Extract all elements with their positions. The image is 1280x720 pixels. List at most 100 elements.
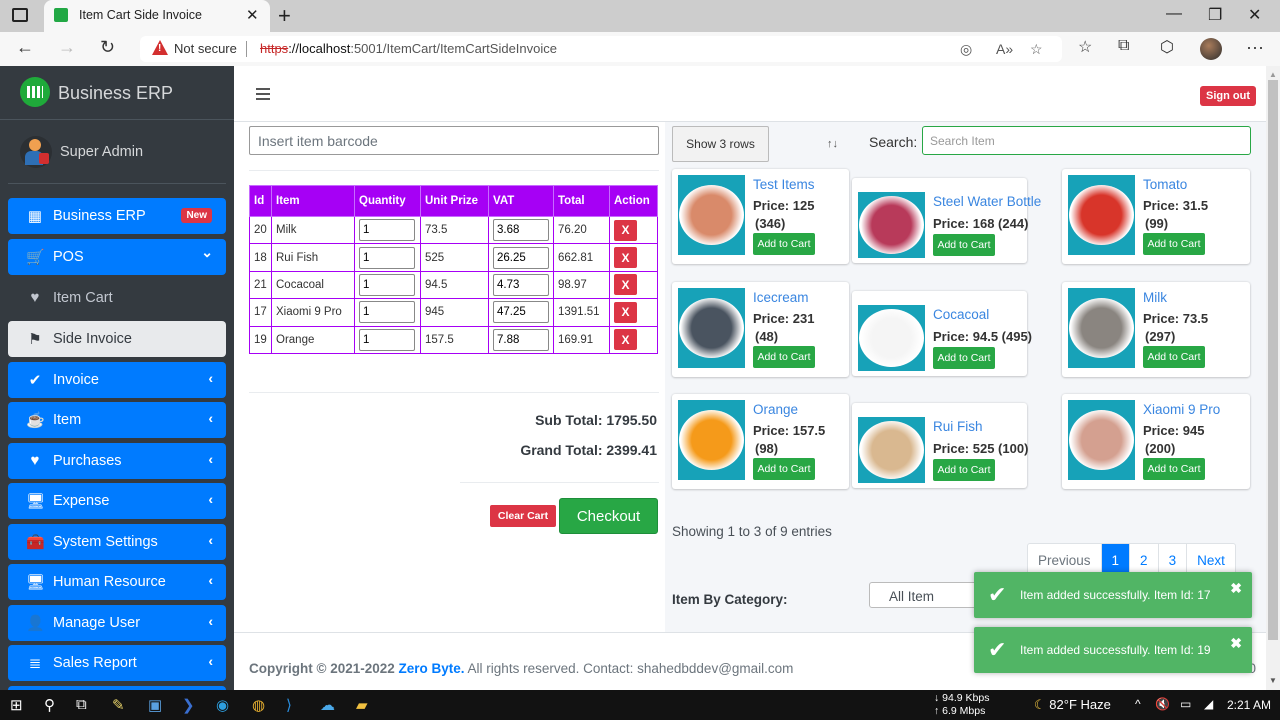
sort-icon[interactable]: ↑↓	[827, 138, 838, 150]
sidebar-item-item[interactable]: ☕ Item ‹	[8, 402, 226, 438]
product-name[interactable]: Steel Water Bottle	[933, 194, 1041, 209]
product-name[interactable]: Test Items	[753, 177, 815, 192]
remove-item-button[interactable]: X	[614, 247, 637, 269]
sidebar-item-sales-report[interactable]: ≣ Sales Report ‹	[8, 645, 226, 681]
sidebar-item-expense[interactable]: 🖥 Expense ‹	[8, 483, 226, 519]
scroll-thumb[interactable]	[1268, 80, 1278, 640]
weather-widget[interactable]: ☾ 82°F Haze	[1034, 697, 1111, 713]
location-icon[interactable]: ◎	[960, 41, 972, 58]
sign-out-button[interactable]: Sign out	[1200, 86, 1256, 106]
add-to-cart-button[interactable]: Add to Cart	[753, 346, 815, 368]
quantity-input[interactable]	[359, 328, 415, 351]
remove-item-button[interactable]: X	[614, 301, 637, 323]
add-to-cart-button[interactable]: Add to Cart	[1143, 458, 1205, 480]
wifi-icon[interactable]: ◢	[1204, 697, 1213, 711]
quantity-input[interactable]	[359, 219, 415, 242]
vscode-icon[interactable]: ⟩	[286, 696, 292, 714]
sidebar-item-human-resource[interactable]: 🖥 Human Resource ‹	[8, 564, 226, 600]
user-panel[interactable]: Super Admin	[8, 120, 226, 184]
product-name[interactable]: Xiaomi 9 Pro	[1143, 402, 1220, 417]
security-label[interactable]: Not secure	[174, 41, 237, 56]
scroll-up-icon[interactable]: ▲	[1269, 70, 1277, 79]
clear-cart-button[interactable]: Clear Cart	[490, 505, 556, 527]
battery-icon[interactable]: ▭	[1180, 697, 1191, 711]
scroll-down-icon[interactable]: ▼	[1269, 676, 1277, 685]
browser-tab[interactable]: Item Cart Side Invoice ✕	[44, 0, 270, 32]
brand-link[interactable]: Business ERP	[0, 66, 234, 120]
hamburger-menu-icon[interactable]	[256, 88, 270, 100]
add-favorite-icon[interactable]: ☆	[1030, 41, 1043, 58]
vat-input[interactable]	[493, 273, 549, 296]
new-tab-button[interactable]: +	[278, 3, 291, 29]
windows-start-icon[interactable]: ⊞	[10, 696, 23, 714]
vat-input[interactable]	[493, 219, 549, 242]
sidebar-item-side-invoice[interactable]: ⚑ Side Invoice	[8, 321, 226, 357]
powershell-icon[interactable]: ❯	[182, 696, 195, 714]
remove-item-button[interactable]: X	[614, 274, 637, 296]
window-close-button[interactable]: ✕	[1248, 5, 1261, 25]
edge-icon[interactable]: ◉	[216, 696, 229, 714]
sidebar-item-manage-user[interactable]: 👤 Manage User ‹	[8, 605, 226, 641]
vat-input[interactable]	[493, 328, 549, 351]
checkout-button[interactable]: Checkout	[559, 498, 658, 534]
extensions-icon[interactable]: ⬡	[1160, 37, 1174, 57]
sidebar-item-invoice[interactable]: ✔ Invoice ‹	[8, 362, 226, 398]
minimize-button[interactable]: —	[1166, 5, 1182, 23]
product-name[interactable]: Cocacoal	[933, 307, 989, 322]
search-input[interactable]	[922, 126, 1251, 155]
collections-icon[interactable]: ⧉	[1118, 37, 1129, 55]
file-explorer-icon[interactable]: ▰	[356, 696, 368, 714]
add-to-cart-button[interactable]: Add to Cart	[933, 347, 995, 369]
vat-input[interactable]	[493, 301, 549, 324]
toast-close-icon[interactable]: ✖	[1230, 580, 1242, 597]
product-price: Price: 525 (100)	[933, 441, 1029, 456]
task-view-icon[interactable]: ⧉	[76, 696, 87, 713]
quantity-input[interactable]	[359, 301, 415, 324]
search-icon[interactable]: ⚲	[44, 696, 55, 714]
barcode-input[interactable]	[249, 126, 659, 155]
add-to-cart-button[interactable]: Add to Cart	[1143, 233, 1205, 255]
remove-item-button[interactable]: X	[614, 329, 637, 351]
toast-close-icon[interactable]: ✖	[1230, 635, 1242, 652]
reload-button[interactable]: ↻	[100, 37, 115, 58]
quantity-input[interactable]	[359, 273, 415, 296]
url-field[interactable]: ! Not secure https://localhost:5001/Item…	[140, 36, 1062, 62]
tray-chevron-icon[interactable]: ^	[1135, 697, 1141, 711]
product-name[interactable]: Icecream	[753, 290, 809, 305]
back-button[interactable]: ←	[16, 37, 34, 58]
remove-item-button[interactable]: X	[614, 219, 637, 241]
vat-input[interactable]	[493, 246, 549, 269]
product-name[interactable]: Orange	[753, 402, 798, 417]
app-icon[interactable]: ☁	[320, 696, 335, 714]
add-to-cart-button[interactable]: Add to Cart	[933, 234, 995, 256]
page-scrollbar[interactable]: ▲ ▼	[1266, 66, 1280, 690]
favorites-icon[interactable]: ☆	[1078, 37, 1092, 57]
notepad-icon[interactable]: ✎	[112, 696, 125, 714]
product-name[interactable]: Tomato	[1143, 177, 1187, 192]
sidebar-item-pos[interactable]: 🛒 POS ⌄	[8, 239, 226, 275]
forward-button[interactable]: →	[58, 37, 76, 58]
sidebar-item-system-settings[interactable]: 🧰 System Settings ‹	[8, 524, 226, 560]
profile-avatar[interactable]	[1200, 38, 1222, 60]
tab-actions-icon[interactable]	[12, 8, 28, 22]
product-name[interactable]: Milk	[1143, 290, 1167, 305]
quantity-input[interactable]	[359, 246, 415, 269]
sidebar-item-purchases[interactable]: ♥ Purchases ‹	[8, 443, 226, 479]
volume-muted-icon[interactable]: 🔇	[1155, 697, 1170, 711]
chrome-icon[interactable]: ◍	[252, 696, 265, 714]
more-menu-icon[interactable]: ···	[1246, 37, 1264, 58]
restore-button[interactable]: ❐	[1208, 5, 1222, 25]
tab-close-icon[interactable]: ✕	[246, 6, 259, 24]
add-to-cart-button[interactable]: Add to Cart	[1143, 346, 1205, 368]
footer-brand-link[interactable]: Zero Byte.	[399, 661, 465, 676]
add-to-cart-button[interactable]: Add to Cart	[933, 459, 995, 481]
product-name[interactable]: Rui Fish	[933, 419, 983, 434]
sidebar-item-item-cart[interactable]: ♥ Item Cart	[8, 280, 226, 316]
control-panel-icon[interactable]: ▣	[148, 696, 162, 714]
read-aloud-icon[interactable]: A»	[996, 41, 1013, 57]
show-rows-button[interactable]: Show 3 rows	[672, 126, 769, 162]
add-to-cart-button[interactable]: Add to Cart	[753, 233, 815, 255]
add-to-cart-button[interactable]: Add to Cart	[753, 458, 815, 480]
clock[interactable]: 2:21 AM	[1227, 698, 1271, 712]
sidebar-item-business-erp[interactable]: ▦ Business ERP New	[8, 198, 226, 234]
